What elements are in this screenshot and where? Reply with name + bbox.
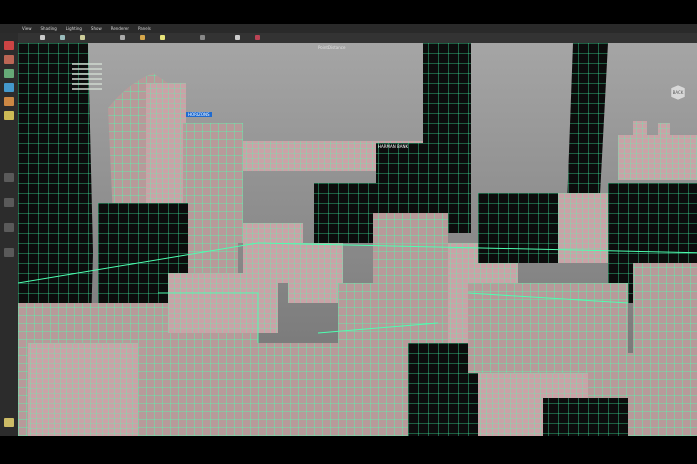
smooth-shade-icon[interactable] [120, 35, 125, 40]
rotate-icon[interactable] [4, 97, 14, 106]
menu-show[interactable]: Show [91, 26, 102, 31]
layout-icon[interactable] [4, 418, 14, 427]
menu-renderer[interactable]: Renderer [111, 26, 129, 31]
layout-icon[interactable] [4, 223, 14, 232]
tool-box [0, 33, 18, 436]
xray-icon[interactable] [255, 35, 260, 40]
3d-viewport[interactable] [18, 43, 697, 436]
panel-label: PointDistance [318, 45, 346, 50]
center-dark-tower [423, 43, 471, 233]
paint-icon[interactable] [4, 69, 14, 78]
lasso-icon[interactable] [4, 55, 14, 64]
harman-bank-sign: HARMAN BANK [378, 144, 409, 149]
select-tool-icon[interactable] [4, 41, 14, 50]
maya-window: View Shading Lighting Show Renderer Pane… [0, 24, 697, 436]
menu-lighting[interactable]: Lighting [66, 26, 82, 31]
panel-menu-bar: View Shading Lighting Show Renderer Pane… [0, 24, 697, 33]
rooftop-sign: HORIZONS [186, 112, 212, 117]
menu-shading[interactable]: Shading [41, 26, 57, 31]
light-icon[interactable] [160, 35, 165, 40]
layout-icon[interactable] [4, 248, 14, 257]
city-wireframe-render [18, 43, 697, 436]
wireframe-icon[interactable] [80, 35, 85, 40]
menu-panels[interactable]: Panels [138, 26, 151, 31]
viewcube-label: BACK [673, 90, 684, 95]
isolate-icon[interactable] [235, 35, 240, 40]
shadow-icon[interactable] [200, 35, 205, 40]
move-icon[interactable] [4, 83, 14, 92]
scale-icon[interactable] [4, 111, 14, 120]
hud-readout [72, 63, 102, 103]
layout-icon[interactable] [4, 173, 14, 182]
camera-icon[interactable] [40, 35, 45, 40]
menu-view[interactable]: View [22, 26, 32, 31]
panel-toolbar [0, 33, 697, 43]
texture-icon[interactable] [140, 35, 145, 40]
viewcube[interactable]: BACK [668, 82, 688, 102]
layout-icon[interactable] [4, 198, 14, 207]
grid-icon[interactable] [60, 35, 65, 40]
